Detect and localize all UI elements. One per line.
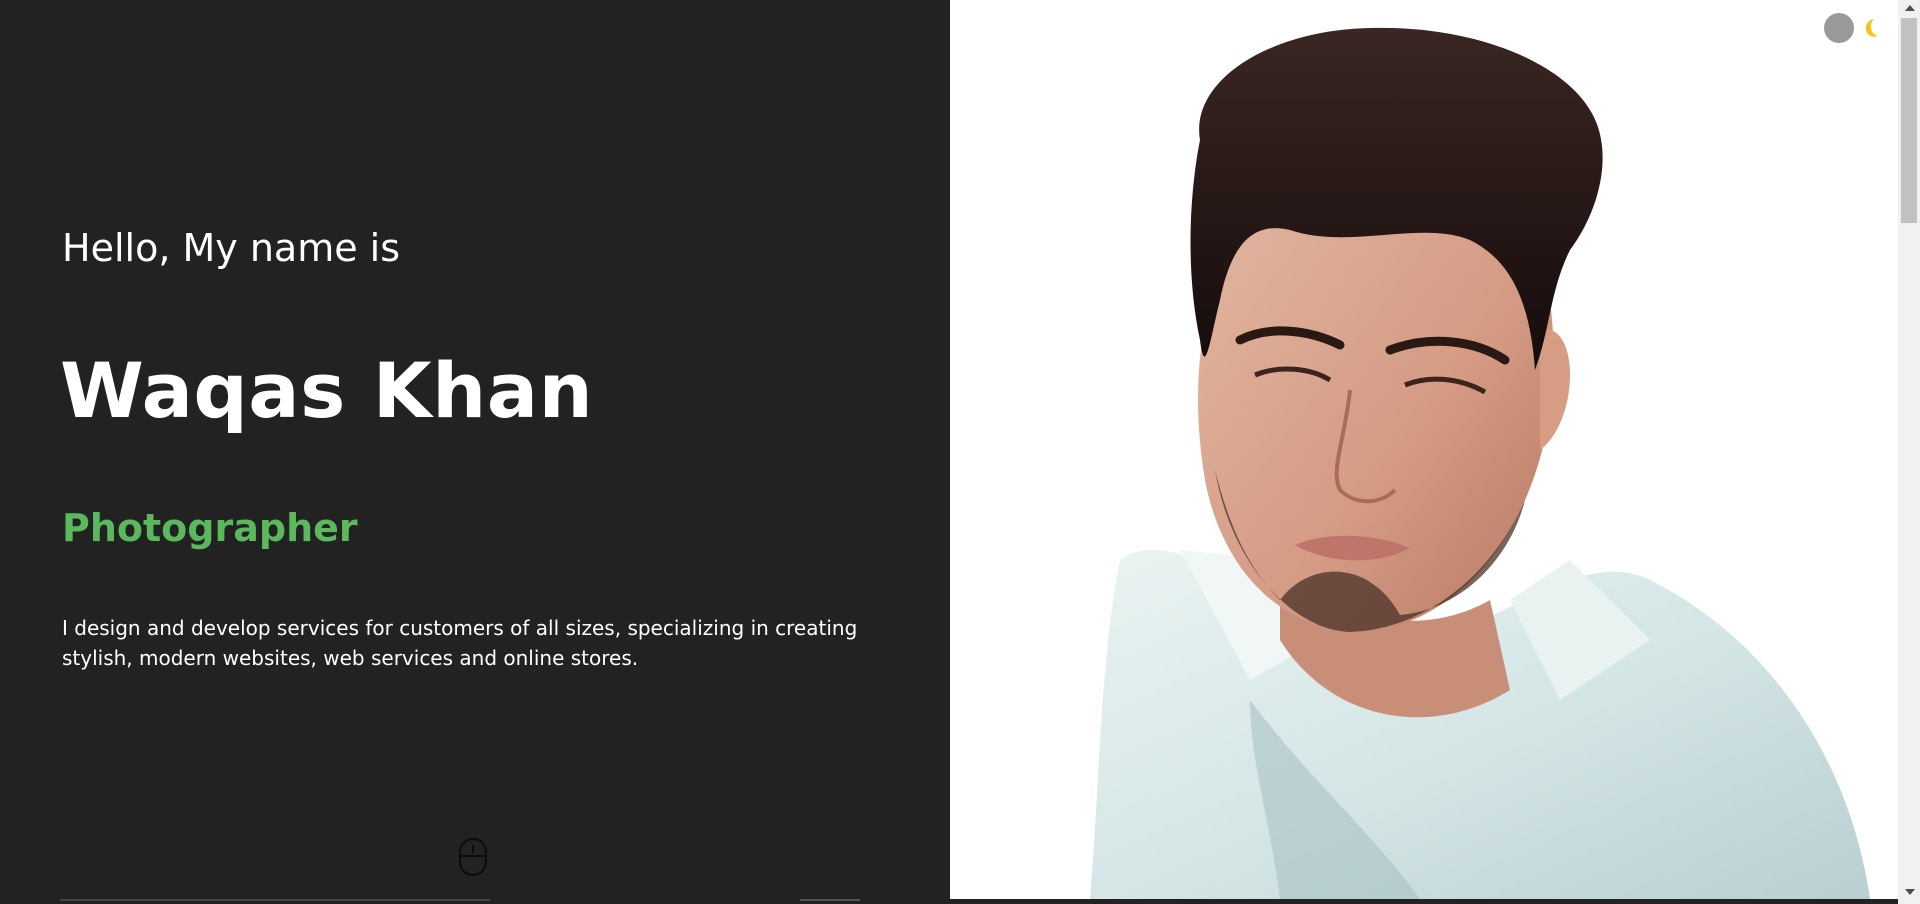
- scroll-thumb[interactable]: [1901, 18, 1917, 223]
- hero-description: I design and develop services for custom…: [62, 616, 858, 670]
- divider-line: [800, 899, 860, 901]
- mouse-scroll-icon[interactable]: [459, 838, 487, 876]
- mouse-wheel-icon: [472, 845, 474, 853]
- profile-photo: [1090, 27, 1870, 899]
- scroll-up-arrow-icon[interactable]: [1905, 5, 1915, 11]
- scroll-down-arrow-icon[interactable]: [1905, 889, 1915, 895]
- moon-icon[interactable]: [1860, 17, 1882, 39]
- divider-line: [60, 899, 490, 901]
- shirt-shape: [1090, 549, 1870, 899]
- vertical-scrollbar[interactable]: [1898, 0, 1920, 904]
- hero-photo-panel: [950, 0, 1898, 899]
- ear-shape: [1540, 329, 1570, 450]
- hero-name: Waqas Khan: [60, 346, 594, 435]
- hero-greeting: Hello, My name is: [62, 226, 401, 270]
- hero-text-panel: Hello, My name is Waqas Khan Photographe…: [0, 0, 950, 904]
- theme-toggle[interactable]: [1824, 13, 1882, 43]
- hero-role: Photographer: [62, 506, 358, 550]
- bottom-strip: [950, 899, 1898, 904]
- page: Hello, My name is Waqas Khan Photographe…: [0, 0, 1920, 904]
- toggle-knob[interactable]: [1824, 13, 1854, 43]
